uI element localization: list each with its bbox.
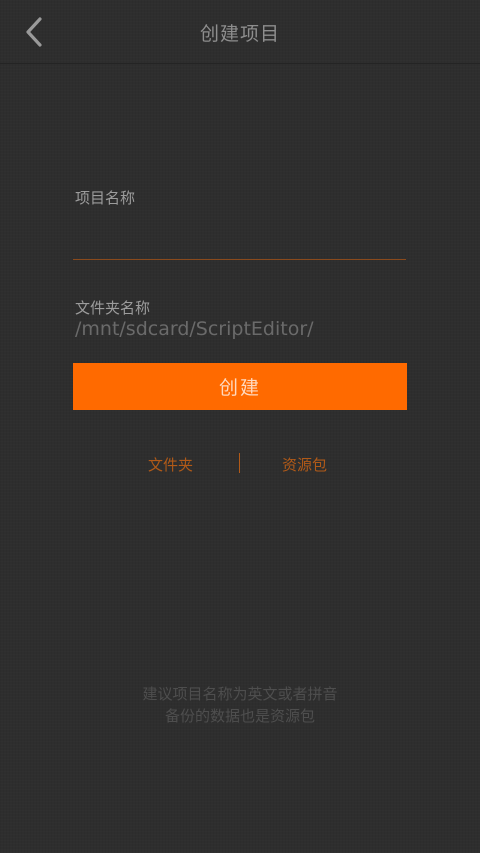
folder-link[interactable]: 文件夹 [148,454,193,475]
resource-pack-link[interactable]: 资源包 [282,454,327,475]
create-button[interactable]: 创建 [73,363,407,410]
folder-path-text: /mnt/sdcard/ScriptEditor/ [75,318,314,340]
top-bar: 创建项目 [0,0,480,64]
project-name-label: 项目名称 [75,189,136,207]
hint-text-line-2: 备份的数据也是资源包 [164,707,315,725]
link-divider [239,453,240,473]
page-title: 创建项目 [199,23,280,45]
hint-text-line-1: 建议项目名称为英文或者拼音 [142,685,338,703]
create-project-screen: 创建项目 项目名称 文件夹名称 /mnt/sdcard/ScriptEditor… [0,0,480,853]
project-name-input[interactable] [73,222,406,260]
folder-name-label: 文件夹名称 [75,299,151,317]
